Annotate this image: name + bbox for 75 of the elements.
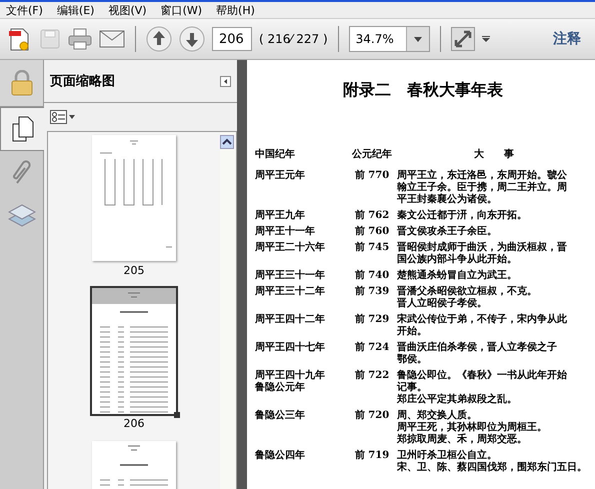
event-text: 秦文公迁都于汧，向东开拓。 [397, 210, 528, 222]
event-text: 晋文侯攻杀王子余臣。 [397, 226, 498, 238]
year-text: 前 739 [354, 286, 390, 298]
full-screen-icon[interactable] [450, 27, 475, 51]
event-text: 翰立王子余。臣于携，周二王并立。周 [397, 182, 568, 193]
year-text: 前 740 [354, 270, 390, 282]
era-text: 鲁隐公三年 [255, 410, 306, 422]
column-heading: 公元纪年 [350, 149, 393, 161]
caret-icon [414, 36, 422, 42]
zoom-field[interactable]: 34.7% [348, 26, 430, 52]
menu-item[interactable]: 窗口(W) [160, 2, 202, 18]
year-text: 前 729 [354, 314, 390, 326]
era-text: 周平王四十二年 [255, 314, 326, 326]
era-text: 周平王九年 [255, 210, 306, 222]
pages-icon [12, 116, 34, 142]
event-text: 国公族内部斗争从此开始。 [397, 254, 518, 266]
year-text: 前 745 [354, 242, 390, 254]
event-text: 楚熊通杀蚡冒自立为武王。 [397, 270, 518, 282]
event-text: 晋潘父杀昭侯欲立桓叔，不克。 [397, 286, 538, 297]
year-text: 前 762 [354, 210, 390, 222]
event-text: 鲁隐公即位。《春秋》一书从此年开始 [397, 370, 568, 382]
page-count: ( 216⁄ 227 ) [259, 32, 328, 46]
event-text: 记事。 [397, 382, 428, 393]
page-thumbnail[interactable] [92, 135, 176, 261]
arrow-down-icon[interactable] [179, 26, 205, 52]
collapse-icon[interactable] [220, 76, 231, 86]
year-text: 前 760 [354, 226, 390, 238]
era-text: 周平王四十九年 [255, 370, 326, 382]
year-text: 前 722 [354, 370, 390, 382]
event-text: 鄂侯。 [397, 354, 428, 366]
event-text: 开始。 [397, 326, 428, 338]
caret-icon[interactable] [482, 36, 490, 42]
year-text: 前 719 [354, 450, 390, 462]
event-text: 晋昭侯封成师于曲沃，为曲沃桓叔，晋 [397, 242, 568, 254]
event-text: 郑掠取周麦、禾，周郑交恶。 [397, 434, 528, 446]
event-text: 宋武公传位于弟，不传子，宋内争从此 [397, 314, 568, 326]
comment-button[interactable]: 注释 [553, 30, 581, 48]
page-number-field[interactable]: 206 [212, 27, 252, 51]
options-icon[interactable] [50, 110, 76, 124]
event-text: 郑庄公平定其弟叔段之乱。 [397, 394, 518, 406]
era-text: 周平王三十一年 [255, 270, 326, 282]
year-text: 前 770 [354, 170, 390, 182]
menu-item[interactable]: 视图(V) [108, 2, 147, 18]
event-text: 晋曲沃庄伯杀孝侯，晋人立孝侯之子 [397, 342, 558, 354]
event-text: 宋、卫、陈、蔡四国伐郑，围郑东门五日。 [397, 462, 588, 474]
era-text: 周平王三十二年 [255, 286, 326, 298]
era-text: 鲁隐公四年 [255, 450, 306, 462]
page-number: 205 [124, 264, 144, 277]
document-title: 附录二 春秋大事年表 [342, 80, 504, 101]
menu-item[interactable]: 编辑(E) [56, 2, 94, 18]
scroll-up-icon[interactable] [220, 135, 234, 149]
era-text: 周平王四十七年 [255, 342, 326, 354]
column-heading: 大 事 [473, 149, 515, 161]
era-text: 周平王十一年 [255, 226, 316, 238]
menu-item[interactable]: 文件(F) [6, 2, 43, 18]
event-text: 周平王死，其孙林即位为周桓王。 [397, 422, 548, 433]
padlock-icon [10, 70, 32, 96]
sidebar-tab[interactable] [0, 107, 44, 151]
menu-item[interactable]: 帮助(H) [216, 2, 255, 18]
page-number: 206 [124, 417, 144, 430]
event-text: 周、郑交换人质。 [397, 410, 478, 422]
arrow-up-icon[interactable] [146, 26, 172, 52]
era-text: 鲁隐公元年 [255, 382, 306, 394]
event-text: 晋人立昭侯子孝侯。 [397, 298, 488, 310]
panel-title: 页面缩略图 [50, 72, 115, 90]
era-text: 周平王二十六年 [255, 242, 326, 254]
event-text: 周平王立，东迁洛邑，东周开始。虢公 [397, 170, 568, 181]
print-icon[interactable] [68, 28, 92, 50]
year-text: 前 720 [354, 410, 390, 422]
era-text: 周平王元年 [255, 170, 306, 182]
event-text: 卫州吁杀卫桓公自立。 [397, 450, 498, 461]
email-icon[interactable] [99, 30, 125, 48]
year-text: 前 724 [354, 342, 390, 354]
column-heading: 中国纪年 [255, 149, 296, 161]
event-text: 平王封秦襄公为诸侯。 [397, 194, 498, 206]
